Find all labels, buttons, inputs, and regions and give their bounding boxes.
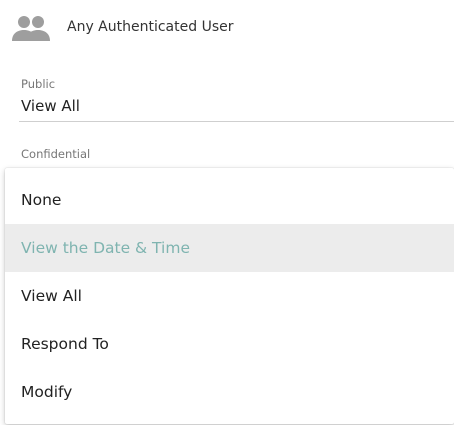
confidential-dropdown-menu: None View the Date & Time View All Respo… bbox=[5, 168, 454, 424]
public-select[interactable]: View All bbox=[21, 97, 80, 115]
option-view-date-time[interactable]: View the Date & Time bbox=[5, 224, 454, 272]
option-modify[interactable]: Modify bbox=[5, 368, 454, 416]
option-respond-to[interactable]: Respond To bbox=[5, 320, 454, 368]
permissions-panel: Any Authenticated User Public View All C… bbox=[0, 0, 454, 425]
option-none[interactable]: None bbox=[5, 176, 454, 224]
user-name: Any Authenticated User bbox=[67, 19, 234, 35]
confidential-label: Confidential bbox=[21, 147, 91, 161]
user-row: Any Authenticated User bbox=[0, 0, 454, 58]
option-view-all[interactable]: View All bbox=[5, 272, 454, 320]
public-select-underline bbox=[19, 121, 454, 122]
group-icon bbox=[12, 16, 50, 41]
public-label: Public bbox=[21, 77, 56, 91]
